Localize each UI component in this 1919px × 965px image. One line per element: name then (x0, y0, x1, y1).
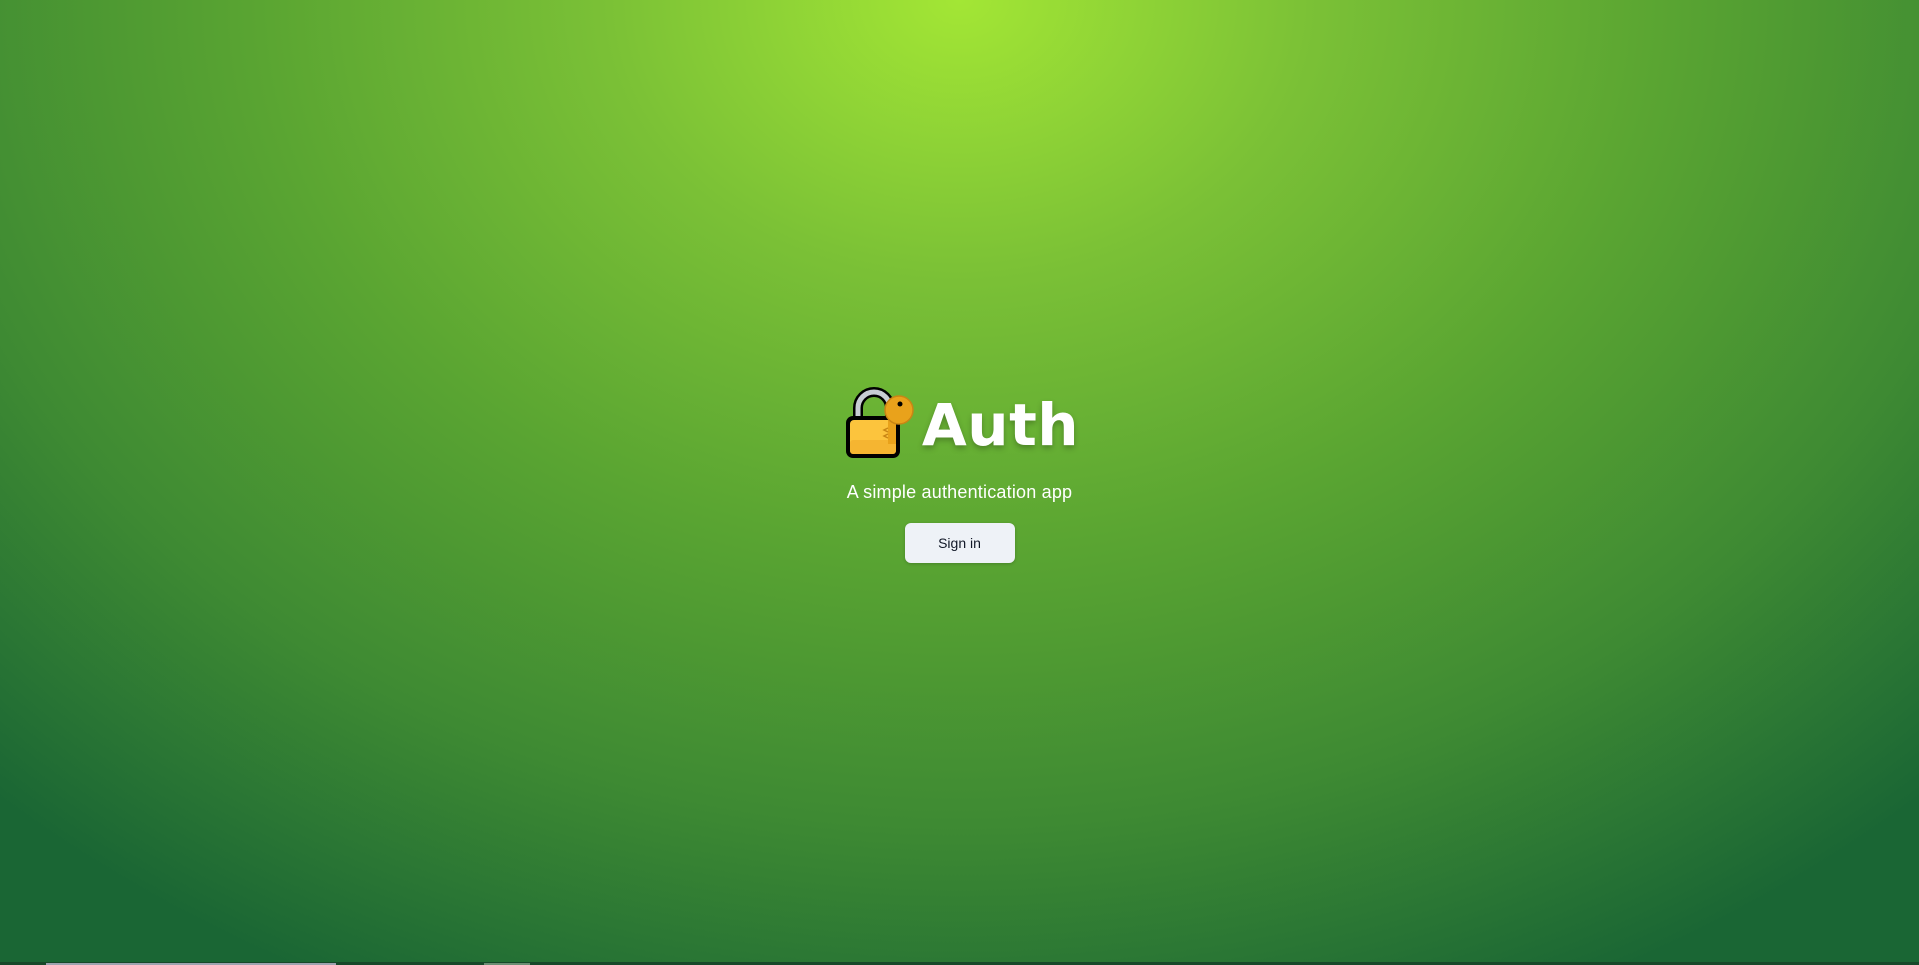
app-subtitle: A simple authentication app (846, 482, 1073, 502)
lock-with-key-icon (845, 387, 914, 458)
sign-in-button[interactable]: Sign in (904, 523, 1015, 563)
app-title: Auth (921, 391, 1080, 459)
title-row: Auth (844, 380, 1079, 464)
hero: Auth A simple authentication app Sign in (0, 380, 1919, 563)
